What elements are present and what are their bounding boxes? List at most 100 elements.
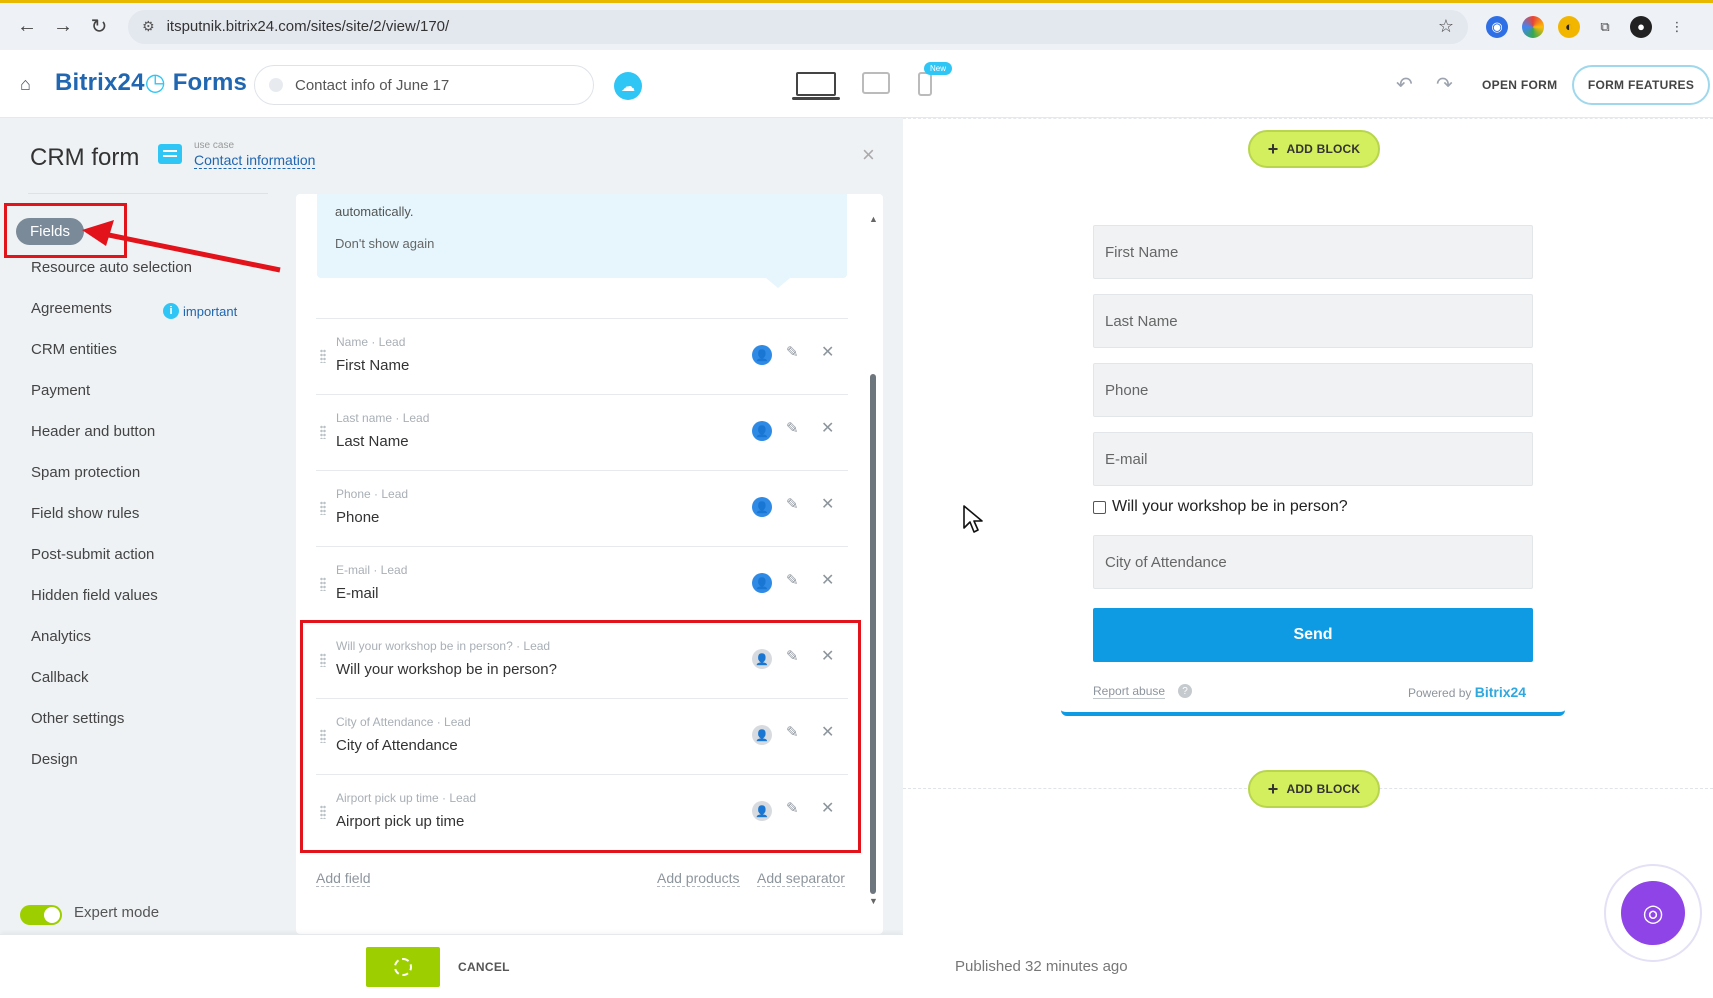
field-caption: Last name · Lead: [336, 411, 430, 425]
crm-link-icon[interactable]: 👤: [752, 497, 772, 517]
help-icon[interactable]: ?: [1178, 684, 1192, 698]
menu-item-design[interactable]: Design: [31, 751, 78, 768]
field-row[interactable]: Phone · Lead Phone 👤 ✎ ✕: [316, 471, 848, 547]
add-block-label: ADD BLOCK: [1286, 142, 1361, 156]
reload-icon[interactable]: ↻: [84, 12, 114, 42]
menu-item-agreements[interactable]: Agreements i important: [31, 300, 237, 319]
menu-item-callback[interactable]: Callback: [31, 669, 89, 686]
delete-icon[interactable]: ✕: [821, 494, 834, 514]
forward-icon[interactable]: →: [48, 12, 78, 42]
crm-link-icon[interactable]: 👤: [752, 345, 772, 365]
workshop-checkbox[interactable]: [1093, 500, 1106, 514]
scroll-up-icon[interactable]: ▲: [869, 214, 878, 224]
email-input[interactable]: E-mail: [1093, 432, 1533, 486]
delete-icon[interactable]: ✕: [821, 418, 834, 438]
chat-widget-button[interactable]: ◎: [1604, 864, 1702, 962]
undo-icon[interactable]: ↶: [1396, 72, 1413, 97]
annotation-arrow-icon: [82, 220, 281, 273]
logo-bitrix: Bitrix24: [55, 69, 145, 96]
url-text: itsputnik.bitrix24.com/sites/site/2/view…: [166, 18, 450, 35]
field-row[interactable]: E-mail · Lead E-mail 👤 ✎ ✕: [316, 547, 848, 623]
form-bottom-border: [1061, 710, 1565, 716]
powered-brand: Bitrix24: [1474, 684, 1527, 700]
logo[interactable]: Bitrix24◷ Forms: [55, 68, 247, 97]
form-preview: + ADD BLOCK First Name Last Name Phone E…: [903, 118, 1713, 998]
published-status: Published 32 minutes ago: [955, 958, 1128, 975]
last-name-input[interactable]: Last Name: [1093, 294, 1533, 348]
crm-link-icon[interactable]: 👤: [752, 573, 772, 593]
scrollbar-thumb[interactable]: [870, 374, 876, 894]
cancel-button[interactable]: CANCEL: [458, 960, 510, 974]
menu-item-crm-entities[interactable]: CRM entities: [31, 341, 117, 358]
extensions-puzzle-icon[interactable]: ⧉: [1594, 16, 1616, 38]
form-name-field[interactable]: Contact info of June 17: [254, 65, 594, 105]
close-icon[interactable]: ×: [862, 142, 875, 168]
add-separator-link[interactable]: Add separator: [757, 870, 845, 887]
edit-icon[interactable]: ✎: [786, 419, 799, 437]
add-block-button[interactable]: + ADD BLOCK: [1248, 130, 1380, 168]
field-row[interactable]: Last name · Lead Last Name 👤 ✎ ✕: [316, 395, 848, 471]
dont-show-again-link[interactable]: Don't show again: [335, 236, 434, 251]
edit-icon[interactable]: ✎: [786, 571, 799, 589]
drag-handle-icon[interactable]: [320, 425, 326, 439]
form-features-button[interactable]: FORM FEATURES: [1572, 65, 1710, 105]
important-badge-label: important: [183, 303, 238, 319]
field-caption: E-mail · Lead: [336, 563, 408, 577]
drag-handle-icon[interactable]: [320, 577, 326, 591]
add-field-link[interactable]: Add field: [316, 870, 371, 887]
send-button[interactable]: Send: [1093, 608, 1533, 662]
field-caption: Name · Lead: [336, 335, 406, 349]
add-block-button[interactable]: + ADD BLOCK: [1248, 770, 1380, 808]
save-button[interactable]: [366, 947, 440, 987]
loading-spinner-icon: [394, 958, 412, 976]
menu-item-other-settings[interactable]: Other settings: [31, 710, 124, 727]
add-products-link[interactable]: Add products: [657, 870, 740, 887]
open-form-button[interactable]: OPEN FORM: [1482, 78, 1557, 92]
app-header: ⌂ Bitrix24◷ Forms Contact info of June 1…: [0, 50, 1713, 118]
home-icon[interactable]: ⌂: [20, 74, 31, 95]
menu-item-payment[interactable]: Payment: [31, 382, 90, 399]
menu-item-agreements-label: Agreements: [31, 300, 112, 317]
extension-1-icon[interactable]: ◉: [1486, 15, 1508, 38]
edit-icon[interactable]: ✎: [786, 495, 799, 513]
redo-icon[interactable]: ↷: [1436, 72, 1453, 97]
report-abuse-link[interactable]: Report abuse: [1093, 684, 1166, 699]
menu-item-post-submit-action[interactable]: Post-submit action: [31, 546, 154, 563]
delete-icon[interactable]: ✕: [821, 570, 834, 590]
extension-3-icon[interactable]: ◐: [1558, 15, 1580, 38]
site-settings-icon[interactable]: ⚙: [142, 18, 155, 35]
desktop-view-icon[interactable]: [792, 72, 840, 100]
logo-clock-icon: ◷: [144, 69, 166, 96]
edit-icon[interactable]: ✎: [786, 343, 799, 361]
phone-input[interactable]: Phone: [1093, 363, 1533, 417]
menu-item-header-and-button[interactable]: Header and button: [31, 423, 155, 440]
menu-item-analytics[interactable]: Analytics: [31, 628, 91, 645]
scroll-down-icon[interactable]: ▼: [869, 896, 878, 906]
cloud-icon[interactable]: ☁: [614, 72, 642, 100]
extension-2-icon[interactable]: [1522, 15, 1544, 38]
bookmark-star-icon[interactable]: ☆: [1438, 16, 1454, 37]
powered-by[interactable]: Powered by Bitrix24: [1408, 684, 1526, 700]
address-bar[interactable]: ⚙ itsputnik.bitrix24.com/sites/site/2/vi…: [128, 9, 1468, 44]
mobile-view-icon[interactable]: [918, 72, 932, 96]
form-name-text: Contact info of June 17: [295, 76, 450, 94]
first-name-input[interactable]: First Name: [1093, 225, 1533, 279]
tablet-view-icon[interactable]: [862, 72, 890, 94]
workshop-checkbox-row[interactable]: Will your workshop be in person?: [1093, 498, 1348, 516]
profile-avatar[interactable]: ●: [1630, 15, 1652, 38]
drag-handle-icon[interactable]: [320, 501, 326, 515]
widget-logo-icon: ◎: [1621, 881, 1685, 945]
plus-icon: +: [1267, 138, 1279, 159]
menu-item-hidden-field-values[interactable]: Hidden field values: [31, 587, 158, 604]
use-case-link[interactable]: Contact information: [194, 152, 316, 169]
back-icon[interactable]: ←: [12, 12, 42, 42]
delete-icon[interactable]: ✕: [821, 342, 834, 362]
menu-item-spam-protection[interactable]: Spam protection: [31, 464, 140, 481]
field-row[interactable]: Name · Lead First Name 👤 ✎ ✕: [316, 319, 848, 395]
more-menu-icon[interactable]: ⋮: [1666, 16, 1688, 38]
drag-handle-icon[interactable]: [320, 349, 326, 363]
menu-item-field-show-rules[interactable]: Field show rules: [31, 505, 139, 522]
crm-link-icon[interactable]: 👤: [752, 421, 772, 441]
city-input[interactable]: City of Attendance: [1093, 535, 1533, 589]
expert-mode-toggle[interactable]: [20, 905, 62, 925]
